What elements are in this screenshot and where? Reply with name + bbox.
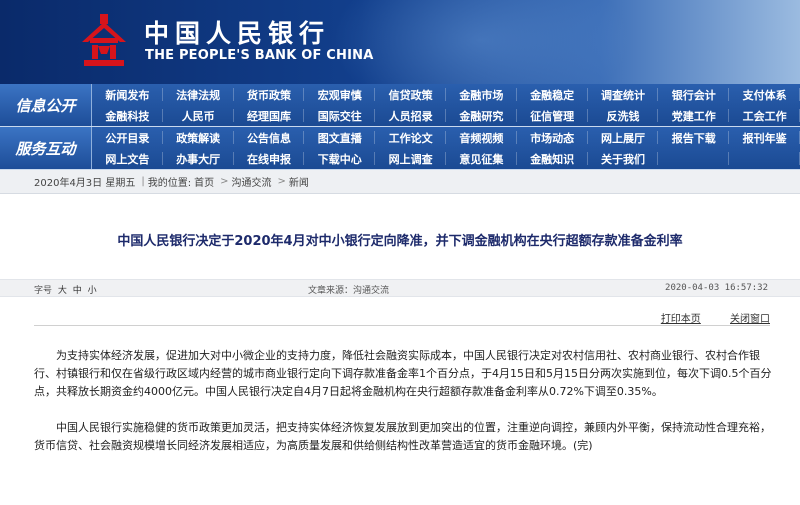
breadcrumb-arrow: > — [220, 176, 229, 187]
nav-item — [729, 148, 800, 169]
nav-item[interactable]: 反洗钱 — [588, 105, 659, 126]
nav-item[interactable]: 人民币 — [163, 105, 234, 126]
article-title: 中国人民银行决定于2020年4月对中小银行定向降准，并下调金融机构在央行超额存款… — [117, 234, 683, 249]
nav-section-label-info: 信息公开 — [0, 84, 92, 126]
nav-item[interactable]: 货币政策 — [234, 84, 305, 105]
header-glow — [330, 0, 630, 84]
nav-item[interactable]: 征信管理 — [517, 105, 588, 126]
nav-item[interactable]: 宏观审慎 — [304, 84, 375, 105]
nav-item[interactable]: 金融知识 — [517, 148, 588, 169]
nav-item[interactable]: 政策解读 — [163, 127, 234, 148]
nav-section-service: 服务互动 公开目录 政策解读 公告信息 图文直播 工作论文 音频视频 市场动态 网上展厅 报告下… — [0, 127, 800, 169]
nav-item[interactable]: 在线申报 — [234, 148, 305, 169]
nav-item[interactable]: 意见征集 — [446, 148, 517, 169]
divider — [34, 325, 770, 326]
nav-item[interactable]: 公告信息 — [234, 127, 305, 148]
article-datetime: 2020-04-03 16:57:32 — [665, 283, 768, 293]
nav-item[interactable]: 报告下载 — [658, 127, 729, 148]
nav-item[interactable]: 国际交往 — [304, 105, 375, 126]
nav-item[interactable]: 新闻发布 — [92, 84, 163, 105]
font-medium-link[interactable]: 中 — [73, 286, 82, 296]
nav-item[interactable]: 网上调查 — [375, 148, 446, 169]
nav-item[interactable]: 市场动态 — [517, 127, 588, 148]
nav-grid-info: 新闻发布 法律法规 货币政策 宏观审慎 信贷政策 金融市场 金融稳定 调查统计 银行会计 支付体系… — [92, 84, 800, 126]
nav-item[interactable]: 网上展厅 — [588, 127, 659, 148]
nav-item[interactable]: 音频视频 — [446, 127, 517, 148]
nav-item[interactable]: 下载中心 — [304, 148, 375, 169]
nav-item[interactable]: 调查统计 — [588, 84, 659, 105]
nav-item[interactable]: 金融市场 — [446, 84, 517, 105]
nav-item — [658, 148, 729, 169]
print-page-link[interactable]: 打印本页 — [661, 314, 701, 325]
main-nav: 信息公开 新闻发布 法律法规 货币政策 宏观审慎 信贷政策 金融市场 金融稳定 调查统计 银行会… — [0, 84, 800, 170]
current-date: 2020年4月3日 星期五 — [34, 178, 136, 189]
nav-item[interactable]: 银行会计 — [658, 84, 729, 105]
bank-name-cn[interactable]: 中国人民银行 — [144, 14, 330, 50]
font-size-controls: 字号 大 中 小 — [34, 283, 97, 296]
font-size-label: 字号 — [34, 286, 53, 296]
nav-item[interactable]: 经理国库 — [234, 105, 305, 126]
breadcrumb-home-link[interactable]: 首页 — [194, 174, 214, 189]
nav-item[interactable]: 金融稳定 — [517, 84, 588, 105]
nav-section-label-service: 服务互动 — [0, 127, 92, 169]
breadcrumb-arrow: > — [277, 176, 286, 187]
article-paragraph: 中国人民银行实施稳健的货币政策更加灵活，把支持实体经济恢复发展放到更加突出的位置… — [34, 421, 771, 452]
breadcrumb-position-label: 我的位置: — [147, 178, 192, 189]
nav-item[interactable]: 信贷政策 — [375, 84, 446, 105]
bank-name-en[interactable]: THE PEOPLE'S BANK OF CHINA — [145, 48, 373, 63]
nav-section-info: 信息公开 新闻发布 法律法规 货币政策 宏观审慎 信贷政策 金融市场 金融稳定 调查统计 银行会… — [0, 84, 800, 126]
nav-grid-service: 公开目录 政策解读 公告信息 图文直播 工作论文 音频视频 市场动态 网上展厅 报告下载 报刊年鉴… — [92, 127, 800, 169]
article-body: 为支持实体经济发展，促进加大对中小微企业的支持力度，降低社会融资实际成本，中国人… — [34, 347, 774, 473]
close-window-link[interactable]: 关闭窗口 — [730, 314, 770, 325]
nav-item[interactable]: 支付体系 — [729, 84, 800, 105]
breadcrumb: 2020年4月3日 星期五 | 我的位置: 首页 > 沟通交流 > 新闻 — [0, 170, 800, 194]
breadcrumb-separator: | — [141, 176, 145, 187]
nav-item[interactable]: 工会工作 — [729, 105, 800, 126]
breadcrumb-comm-link[interactable]: 沟通交流 — [232, 174, 272, 189]
article-source: 文章来源：沟通交流 — [308, 286, 390, 296]
article-meta-bar: 字号 大 中 小 文章来源：沟通交流 2020-04-03 16:57:32 — [0, 279, 800, 297]
article-tools: 打印本页 关闭窗口 — [635, 310, 770, 325]
font-large-link[interactable]: 大 — [58, 286, 67, 296]
site-header: 中国人民银行 THE PEOPLE'S BANK OF CHINA — [0, 0, 800, 84]
nav-item[interactable]: 图文直播 — [304, 127, 375, 148]
nav-item[interactable]: 网上文告 — [92, 148, 163, 169]
font-small-link[interactable]: 小 — [88, 286, 97, 296]
nav-item[interactable]: 人员招录 — [375, 105, 446, 126]
breadcrumb-news-link[interactable]: 新闻 — [289, 174, 309, 189]
pboc-emblem-icon[interactable] — [78, 12, 130, 68]
nav-item[interactable]: 关于我们 — [588, 148, 659, 169]
nav-item[interactable]: 法律法规 — [163, 84, 234, 105]
nav-item[interactable]: 办事大厅 — [163, 148, 234, 169]
nav-item[interactable]: 党建工作 — [658, 105, 729, 126]
nav-item[interactable]: 报刊年鉴 — [729, 127, 800, 148]
article-paragraph: 为支持实体经济发展，促进加大对中小微企业的支持力度，降低社会融资实际成本，中国人… — [34, 349, 772, 398]
nav-item[interactable]: 工作论文 — [375, 127, 446, 148]
nav-item[interactable]: 金融研究 — [446, 105, 517, 126]
nav-item[interactable]: 公开目录 — [92, 127, 163, 148]
nav-item[interactable]: 金融科技 — [92, 105, 163, 126]
